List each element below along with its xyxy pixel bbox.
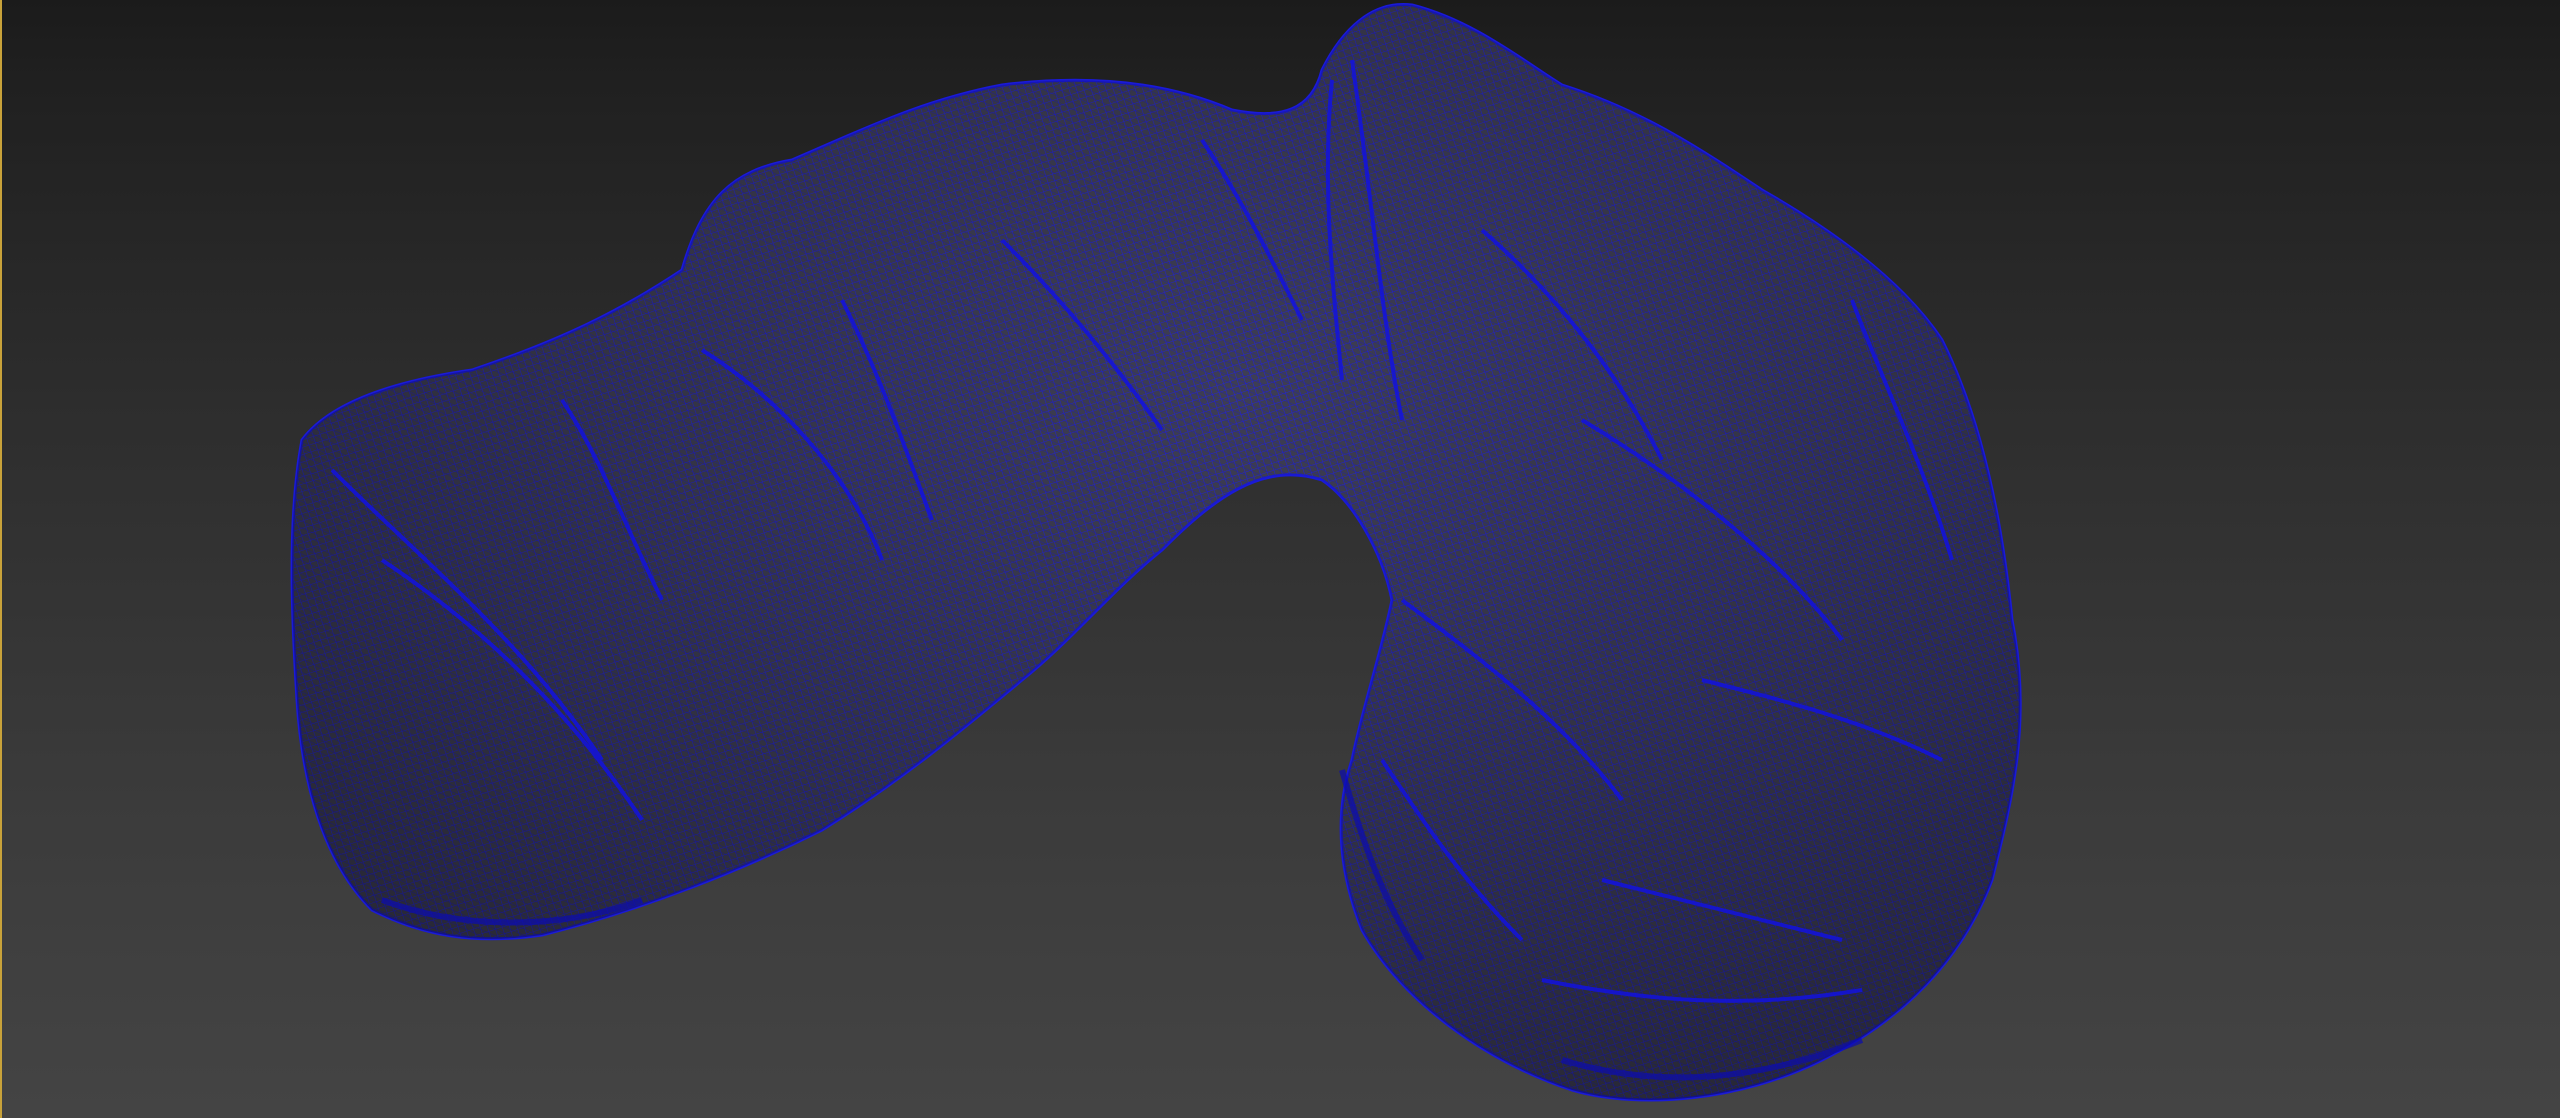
3d-viewport[interactable] [0,0,2560,1118]
mesh-object[interactable] [2,0,2560,1118]
